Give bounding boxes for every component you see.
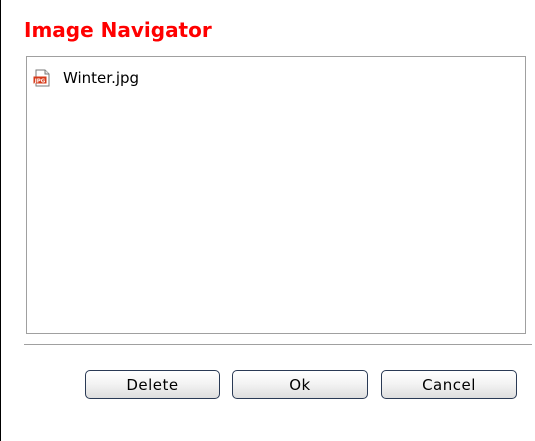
file-list[interactable]: JPG Winter.jpg (26, 56, 526, 334)
cancel-button[interactable]: Cancel (381, 370, 517, 399)
svg-text:JPG: JPG (34, 78, 46, 84)
jpg-file-icon: JPG (33, 69, 51, 87)
ok-button[interactable]: Ok (232, 370, 368, 399)
file-list-item[interactable]: JPG Winter.jpg (33, 67, 139, 89)
delete-button[interactable]: Delete (85, 370, 220, 399)
dialog-left-border (0, 0, 1, 441)
dialog-title: Image Navigator (24, 18, 212, 42)
divider (24, 344, 532, 346)
file-name: Winter.jpg (63, 69, 140, 87)
